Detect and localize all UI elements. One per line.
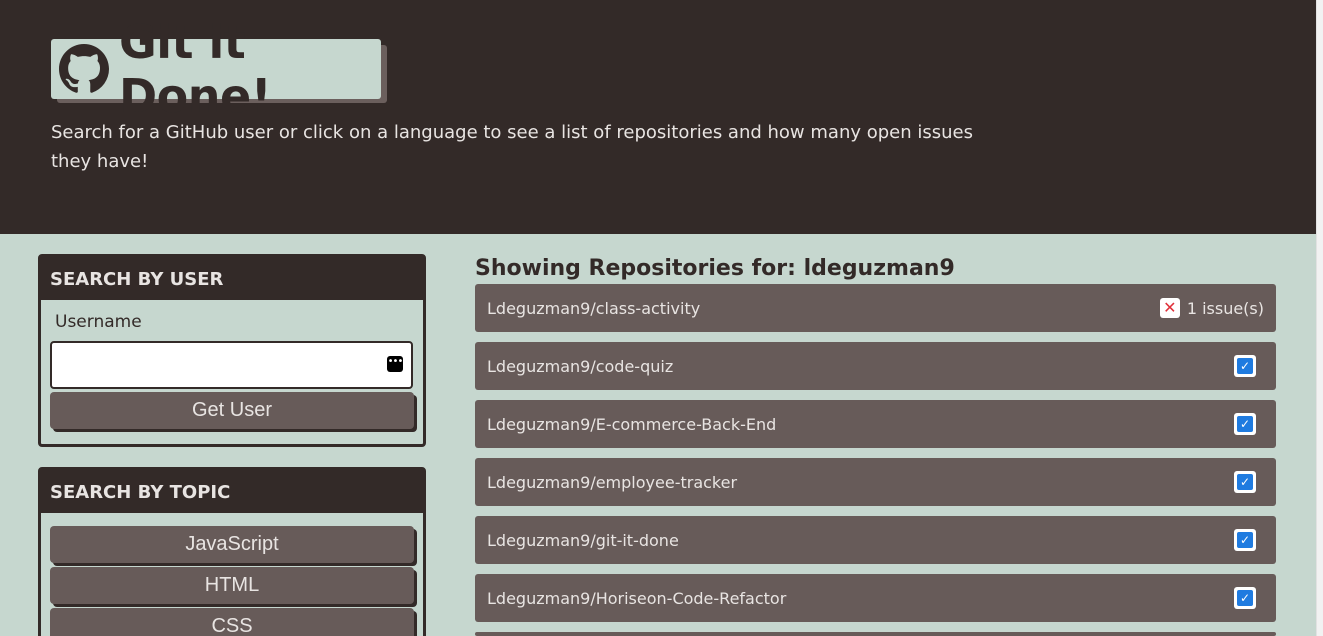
repo-name: Ldeguzman9/employee-tracker — [487, 472, 738, 492]
repo-name: Ldeguzman9/code-quiz — [487, 356, 674, 376]
user-search-heading: SEARCH BY USER — [41, 257, 423, 300]
repo-row[interactable]: Ldeguzman9/class-activity ✕ 1 issue(s) — [475, 284, 1276, 332]
results-heading: Showing Repositories for: ldeguzman9 — [475, 256, 955, 281]
repo-row[interactable]: Ldeguzman9/git-it-done ✓ — [475, 516, 1276, 564]
topic-button-javascript[interactable]: JavaScript — [50, 526, 414, 563]
app-title: Git it Done! — [119, 15, 272, 123]
username-field-wrapper: ••• — [50, 341, 413, 389]
user-search-panel: SEARCH BY USER Username ••• Get User — [38, 254, 426, 447]
app-subtitle: Search for a GitHub user or click on a l… — [51, 122, 973, 172]
topic-search-heading: SEARCH BY TOPIC — [41, 470, 423, 513]
topic-search-panel: SEARCH BY TOPIC JavaScript HTML CSS — [38, 467, 426, 636]
issue-count: 1 issue(s) — [1186, 298, 1264, 318]
repo-name: Ldeguzman9/class-activity — [487, 298, 701, 318]
get-user-button[interactable]: Get User — [50, 392, 414, 429]
repo-row[interactable]: Ldeguzman9/employee-tracker ✓ — [475, 458, 1276, 506]
github-icon — [59, 44, 109, 94]
checkbox-icon: ✓ — [1234, 587, 1256, 609]
repo-issue-status: ✕ 1 issue(s) — [1159, 298, 1264, 318]
page-scrollbar[interactable] — [1316, 0, 1323, 636]
repo-row[interactable]: Ldeguzman9/code-quiz ✓ — [475, 342, 1276, 390]
checkbox-icon: ✓ — [1234, 413, 1256, 435]
topic-button-css[interactable]: CSS — [50, 608, 414, 636]
password-manager-icon[interactable]: ••• — [387, 356, 403, 372]
username-label: Username — [55, 312, 142, 332]
checkbox-icon: ✓ — [1234, 355, 1256, 377]
page-header: Git it Done! Search for a GitHub user or… — [0, 0, 1316, 234]
repo-name: Ldeguzman9/E-commerce-Back-End — [487, 414, 777, 434]
repo-row[interactable]: Ldeguzman9/Horiseon-Code-Refactor ✓ — [475, 574, 1276, 622]
topic-button-html[interactable]: HTML — [50, 567, 414, 604]
checkbox-icon: ✓ — [1234, 471, 1256, 493]
repo-name: Ldeguzman9/git-it-done — [487, 530, 679, 550]
repo-name: Ldeguzman9/Horiseon-Code-Refactor — [487, 588, 787, 608]
app-logo: Git it Done! — [51, 15, 381, 123]
username-input[interactable] — [52, 343, 411, 387]
checkbox-icon: ✓ — [1234, 529, 1256, 551]
repo-row-partial[interactable] — [475, 632, 1276, 636]
close-x-icon: ✕ — [1159, 298, 1180, 318]
repo-row[interactable]: Ldeguzman9/E-commerce-Back-End ✓ — [475, 400, 1276, 448]
